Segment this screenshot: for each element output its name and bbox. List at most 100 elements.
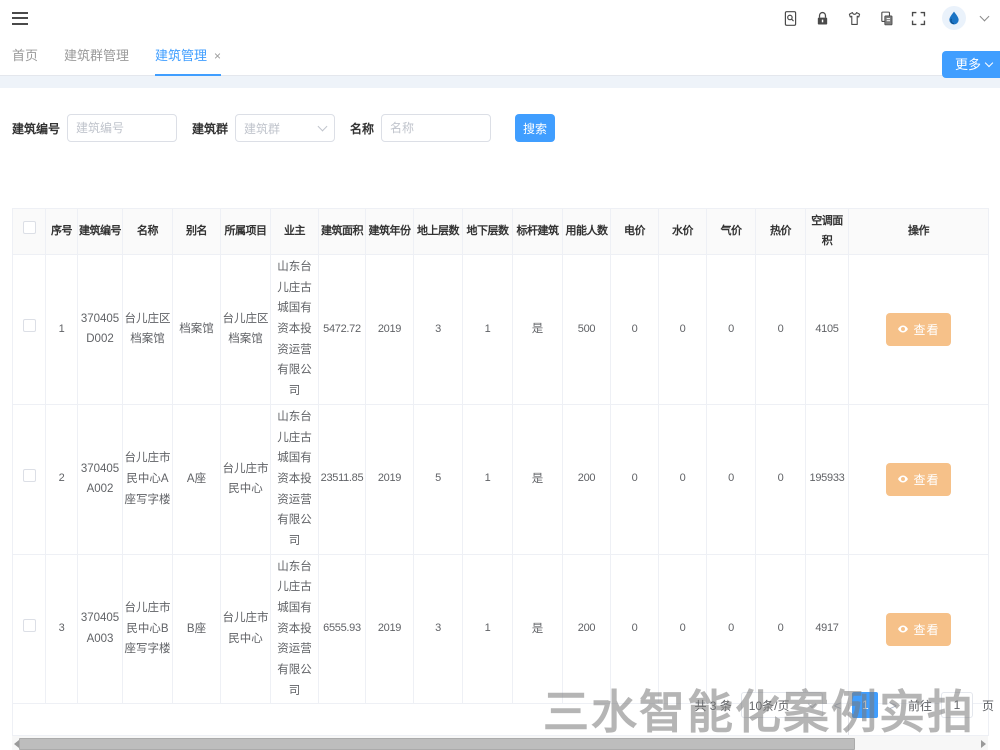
cell-actions: 查看: [849, 255, 989, 405]
topbar-icon-group: [782, 6, 988, 30]
chevron-down-icon[interactable]: [980, 12, 990, 22]
scrollbar-thumb[interactable]: [19, 738, 855, 750]
scroll-right-arrow-icon[interactable]: [981, 740, 986, 748]
cell-area: 6555.93: [319, 554, 366, 704]
cell-area: 23511.85: [319, 404, 366, 554]
tab-bar: 首页 建筑群管理 建筑管理 ×: [0, 36, 1000, 76]
file-search-icon[interactable]: [782, 10, 799, 27]
chevron-down-icon: [318, 122, 328, 132]
tab-label: 建筑管理: [155, 48, 207, 63]
cell-ac-area: 4917: [806, 554, 849, 704]
building-group-label: 建筑群: [192, 120, 228, 137]
select-all-cell: [13, 209, 46, 255]
building-group-select[interactable]: 建筑群: [235, 114, 335, 142]
pagination: 共 3 条 10条/页 < 1 > 前往 页: [694, 692, 994, 718]
col-code: 建筑编号: [78, 209, 123, 255]
search-form: 建筑编号 建筑群 建筑群 名称 搜索: [12, 114, 1000, 142]
next-page-button[interactable]: >: [887, 698, 899, 713]
row-checkbox[interactable]: [23, 319, 36, 332]
page-number-button[interactable]: 1: [852, 692, 878, 718]
chevron-down-icon: [808, 699, 816, 707]
cell-year: 2019: [366, 554, 414, 704]
table-row: 3 370405A003 台儿庄市民中心B座写字楼 B座 台儿庄市民中心 山东台…: [13, 554, 989, 704]
name-label: 名称: [350, 120, 374, 137]
more-button[interactable]: 更多: [942, 51, 1000, 78]
cell-energy-users: 200: [563, 554, 611, 704]
building-code-input[interactable]: [67, 114, 177, 142]
fullscreen-icon[interactable]: [910, 10, 927, 27]
col-energy-users: 用能人数: [563, 209, 611, 255]
prev-page-button[interactable]: <: [832, 698, 844, 713]
cell-gas-price: 0: [707, 404, 756, 554]
lock-icon[interactable]: [814, 10, 831, 27]
cell-gas-price: 0: [707, 255, 756, 405]
cell-water-price: 0: [659, 554, 707, 704]
eye-icon: [897, 473, 909, 485]
col-area: 建筑面积: [319, 209, 366, 255]
cell-owner: 山东台儿庄古城国有资本投资运营有限公司: [271, 255, 319, 405]
cell-seq: 2: [46, 404, 78, 554]
cell-ac-area: 4105: [806, 255, 849, 405]
cell-benchmark: 是: [513, 554, 563, 704]
theme-shirt-icon[interactable]: [846, 10, 863, 27]
horizontal-scrollbar[interactable]: [12, 736, 988, 750]
cell-floors-above: 3: [414, 255, 463, 405]
cell-elec-price: 0: [611, 255, 659, 405]
view-button[interactable]: 查看: [886, 463, 950, 496]
menu-icon[interactable]: [12, 12, 28, 25]
cell-seq: 3: [46, 554, 78, 704]
col-floors-below: 地下层数: [463, 209, 513, 255]
view-button[interactable]: 查看: [886, 613, 950, 646]
eye-icon: [897, 623, 909, 635]
table-header-row: 序号 建筑编号 名称 别名 所属项目 业主 建筑面积 建筑年份 地上层数 地下层…: [13, 209, 989, 255]
app-window: 首页 建筑群管理 建筑管理 × 更多 建筑编号 建筑群 建筑群 名称 搜索 序号 …: [0, 0, 1000, 750]
cell-elec-price: 0: [611, 554, 659, 704]
cell-floors-above: 3: [414, 554, 463, 704]
cell-name: 台儿庄市民中心A座写字楼: [123, 404, 173, 554]
chevron-down-icon: [985, 59, 993, 67]
tab-building[interactable]: 建筑管理 ×: [155, 36, 221, 76]
page-size-value: 10条/页: [749, 697, 790, 714]
tab-home[interactable]: 首页: [12, 36, 38, 76]
select-placeholder: 建筑群: [244, 120, 280, 137]
name-input[interactable]: [381, 114, 491, 142]
tab-label: 首页: [12, 48, 38, 63]
view-button-label: 查看: [913, 321, 939, 338]
row-checkbox[interactable]: [23, 469, 36, 482]
checkbox-cell: [13, 404, 46, 554]
col-water-price: 水价: [659, 209, 707, 255]
eye-icon: [897, 323, 909, 335]
goto-label: 前往: [908, 697, 932, 714]
buildings-table: 序号 建筑编号 名称 别名 所属项目 业主 建筑面积 建筑年份 地上层数 地下层…: [12, 208, 988, 736]
copy-pages-icon[interactable]: [878, 10, 895, 27]
tab-building-group[interactable]: 建筑群管理: [64, 36, 129, 76]
select-all-checkbox[interactable]: [23, 221, 36, 234]
cell-benchmark: 是: [513, 404, 563, 554]
avatar[interactable]: [942, 6, 966, 30]
cell-floors-above: 5: [414, 404, 463, 554]
cell-code: 370405A002: [78, 404, 123, 554]
search-button[interactable]: 搜索: [515, 114, 555, 142]
col-year: 建筑年份: [366, 209, 414, 255]
cell-code: 370405D002: [78, 255, 123, 405]
cell-actions: 查看: [849, 404, 989, 554]
goto-page-input[interactable]: [941, 692, 973, 718]
content-divider-strip: [0, 76, 1000, 88]
cell-owner: 山东台儿庄古城国有资本投资运营有限公司: [271, 404, 319, 554]
view-button-label: 查看: [913, 471, 939, 488]
col-heat-price: 热价: [756, 209, 806, 255]
col-ac-area: 空调面积: [806, 209, 849, 255]
cell-alias: A座: [173, 404, 221, 554]
close-icon[interactable]: ×: [214, 49, 221, 63]
view-button[interactable]: 查看: [886, 313, 950, 346]
total-count-label: 共 3 条: [694, 697, 731, 714]
col-gas-price: 气价: [707, 209, 756, 255]
row-checkbox[interactable]: [23, 619, 36, 632]
cell-elec-price: 0: [611, 404, 659, 554]
cell-actions: 查看: [849, 554, 989, 704]
col-name: 名称: [123, 209, 173, 255]
cell-heat-price: 0: [756, 255, 806, 405]
page-size-select[interactable]: 10条/页: [741, 692, 823, 718]
view-button-label: 查看: [913, 621, 939, 638]
col-project: 所属项目: [221, 209, 271, 255]
